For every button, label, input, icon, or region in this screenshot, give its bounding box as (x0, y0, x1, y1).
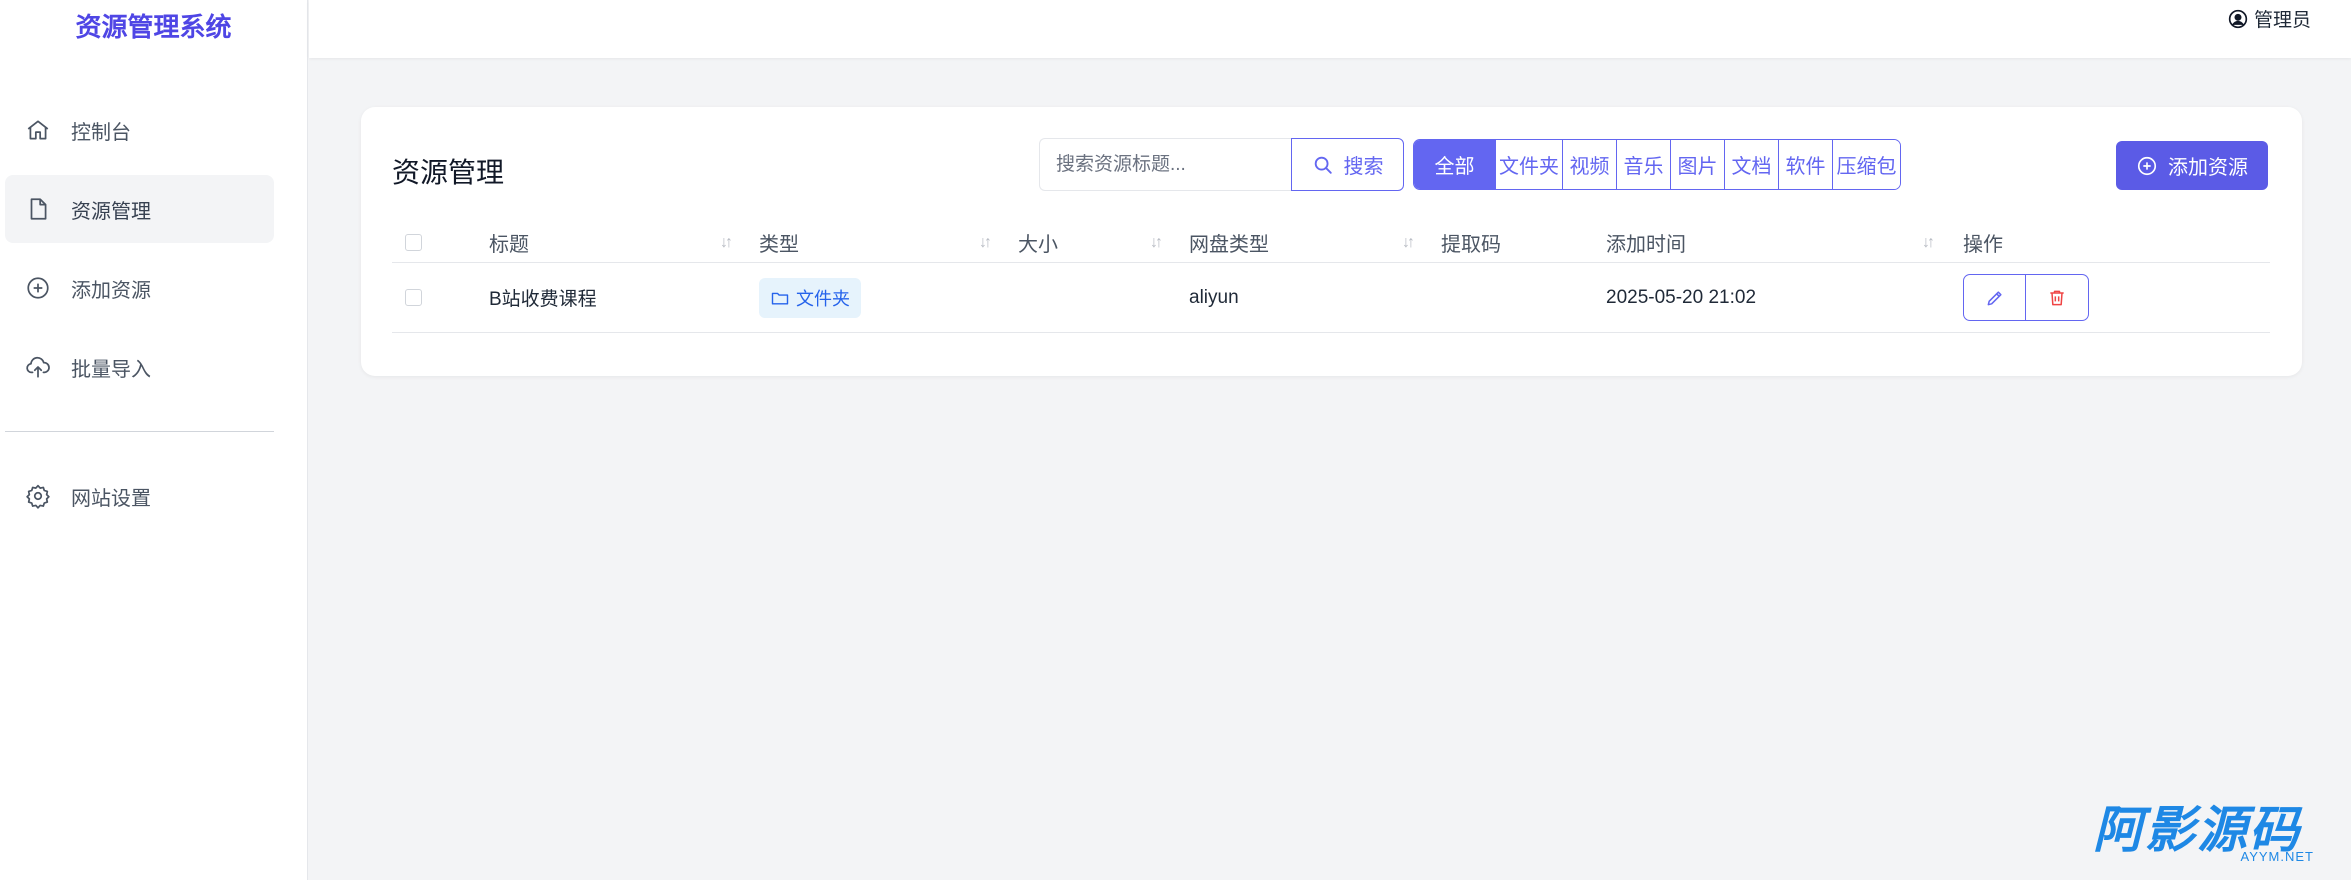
column-type[interactable]: 类型 (759, 223, 799, 262)
search-input[interactable] (1039, 138, 1291, 191)
edit-button[interactable] (1963, 274, 2026, 321)
file-icon (25, 196, 51, 222)
column-size[interactable]: 大小 (1018, 223, 1058, 262)
row-type: 文件夹 (759, 263, 861, 332)
type-tag: 文件夹 (759, 277, 861, 318)
sidebar-item-add-resource[interactable]: 添加资源 (5, 254, 274, 322)
watermark-domain: AYYM.NET (2240, 849, 2314, 864)
filter-folder[interactable]: 文件夹 (1496, 140, 1563, 189)
home-icon (25, 117, 51, 143)
user-name: 管理员 (2253, 10, 2311, 31)
sidebar-item-resources[interactable]: 资源管理 (5, 175, 274, 243)
filter-software[interactable]: 软件 (1779, 140, 1833, 189)
column-actions: 操作 (1963, 234, 2003, 256)
row-pan-type: aliyun (1189, 286, 1239, 308)
row-title: B站收费课程 (489, 289, 597, 310)
sidebar-item-batch-import[interactable]: 批量导入 (5, 333, 274, 401)
sidebar: 资源管理系统 控制台 资源管理 添加资源 批量导入 网站设置 (0, 0, 308, 880)
type-filter-group: 全部 文件夹 视频 音乐 图片 文档 软件 压缩包 (1413, 139, 1901, 190)
column-added-time[interactable]: 添加时间 (1606, 223, 1686, 262)
plus-circle-icon (2137, 156, 2157, 175)
row-added-time: 2025-05-20 21:02 (1606, 286, 1757, 308)
resource-card: 资源管理 搜索 全部 文件夹 视频 音乐 图片 文档 软件 压缩包 添加资源 标… (361, 107, 2302, 376)
sidebar-divider (5, 431, 274, 432)
column-code: 提取码 (1441, 234, 1501, 256)
gear-icon (25, 483, 51, 509)
app-title: 资源管理系统 (75, 12, 232, 42)
filter-image[interactable]: 图片 (1671, 140, 1725, 189)
sort-icon[interactable]: ↓↑ (720, 223, 733, 262)
select-all-cell (405, 223, 422, 262)
search-icon (1314, 156, 1332, 174)
sidebar-item-label: 添加资源 (71, 279, 151, 302)
sidebar-item-settings[interactable]: 网站设置 (5, 462, 274, 530)
search-button-label: 搜索 (1343, 156, 1384, 178)
sort-icon[interactable]: ↓↑ (1922, 223, 1935, 262)
row-checkbox[interactable] (405, 289, 422, 306)
select-all-checkbox[interactable] (405, 234, 422, 251)
watermark-logo: 阿影源码 AYYM.NET (2093, 802, 2318, 866)
column-title[interactable]: 标题 (489, 223, 529, 262)
sort-icon[interactable]: ↓↑ (1150, 223, 1163, 262)
add-resource-label: 添加资源 (2168, 157, 2248, 179)
sort-icon[interactable]: ↓↑ (979, 223, 992, 262)
sort-icon[interactable]: ↓↑ (1402, 223, 1415, 262)
sidebar-item-label: 控制台 (71, 121, 131, 144)
filter-all[interactable]: 全部 (1414, 140, 1496, 189)
top-bar: 管理员 (309, 0, 2351, 58)
user-menu[interactable]: 管理员 (2228, 5, 2311, 32)
filter-music[interactable]: 音乐 (1617, 140, 1671, 189)
page-title: 资源管理 (392, 157, 505, 188)
trash-icon (2050, 290, 2064, 305)
table-header: 标题 ↓↑ 类型 ↓↑ 大小 ↓↑ 网盘类型 ↓↑ 提取码 添加时间 ↓↑ 操作 (392, 223, 2270, 263)
filter-video[interactable]: 视频 (1563, 140, 1617, 189)
filter-document[interactable]: 文档 (1725, 140, 1779, 189)
table-row: B站收费课程 文件夹 aliyun 2025-05-20 21:02 (392, 263, 2270, 333)
resource-table: 标题 ↓↑ 类型 ↓↑ 大小 ↓↑ 网盘类型 ↓↑ 提取码 添加时间 ↓↑ 操作… (392, 223, 2270, 333)
type-tag-label: 文件夹 (796, 288, 850, 309)
folder-icon (771, 292, 789, 305)
cloud-upload-icon (25, 354, 51, 380)
plus-circle-icon (25, 275, 51, 301)
delete-button[interactable] (2026, 274, 2089, 321)
sidebar-item-dashboard[interactable]: 控制台 (5, 96, 274, 164)
sidebar-nav: 控制台 资源管理 添加资源 批量导入 网站设置 (0, 96, 307, 530)
user-circle-icon (2228, 9, 2248, 28)
column-pan-type[interactable]: 网盘类型 (1189, 223, 1269, 262)
pencil-icon (1987, 290, 2002, 305)
row-actions (1963, 263, 2089, 332)
filter-archive[interactable]: 压缩包 (1833, 140, 1900, 189)
sidebar-item-label: 网站设置 (71, 487, 151, 510)
search-button[interactable]: 搜索 (1291, 138, 1404, 191)
sidebar-item-label: 批量导入 (71, 358, 151, 381)
add-resource-button[interactable]: 添加资源 (2116, 141, 2268, 190)
row-select-cell (405, 263, 422, 332)
search-bar: 搜索 (1039, 138, 1404, 191)
sidebar-item-label: 资源管理 (71, 200, 151, 223)
